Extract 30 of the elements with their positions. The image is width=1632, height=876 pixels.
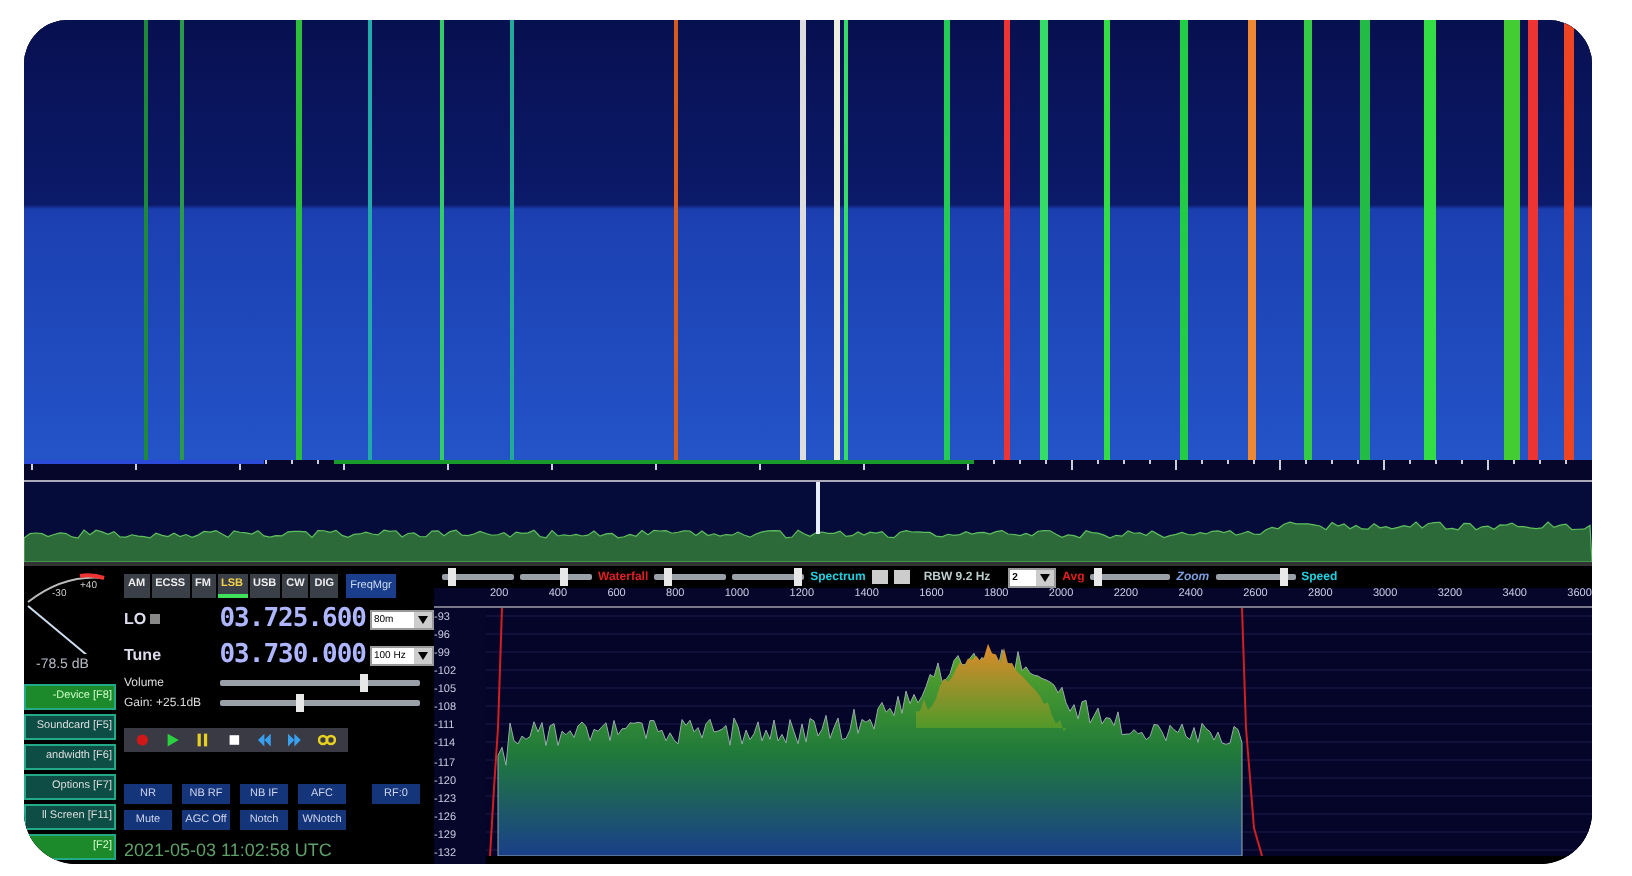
slider-track[interactable] [1215,574,1296,580]
pause-icon[interactable] [196,732,212,748]
caret-icon[interactable] [418,615,428,623]
slider-thumb[interactable] [296,694,304,712]
slider-track[interactable] [220,700,420,706]
frequency-display[interactable]: 03.725.600 [176,604,366,634]
timestamp: 2021-05-03 11:02:58 UTC [124,840,332,860]
slider-thumb[interactable] [664,568,673,586]
slider-thumb[interactable] [559,568,568,586]
stop-icon[interactable] [227,732,242,748]
slider-track[interactable] [654,574,727,580]
caret-icon[interactable] [418,651,428,659]
fast-forward-icon[interactable] [287,732,303,748]
loop-icon[interactable] [318,732,336,748]
slider-thumb[interactable] [1279,568,1288,586]
caret-icon[interactable] [1040,573,1051,581]
slider-thumb[interactable] [448,568,457,586]
field-label: Tune [124,646,162,664]
slider-thumb[interactable] [1094,568,1103,586]
rewind-icon[interactable] [257,732,272,748]
field-label: LO [124,610,147,628]
slider-track[interactable] [220,680,420,686]
slider-track[interactable] [442,574,514,580]
slider-track[interactable] [732,574,805,580]
frequency-display[interactable]: 03.730.000 [176,640,366,670]
slider-track[interactable] [1090,574,1171,580]
slider-thumb[interactable] [360,674,368,692]
slider-thumb[interactable] [793,568,802,586]
play-icon[interactable] [166,732,181,748]
slider-track[interactable] [520,574,592,580]
